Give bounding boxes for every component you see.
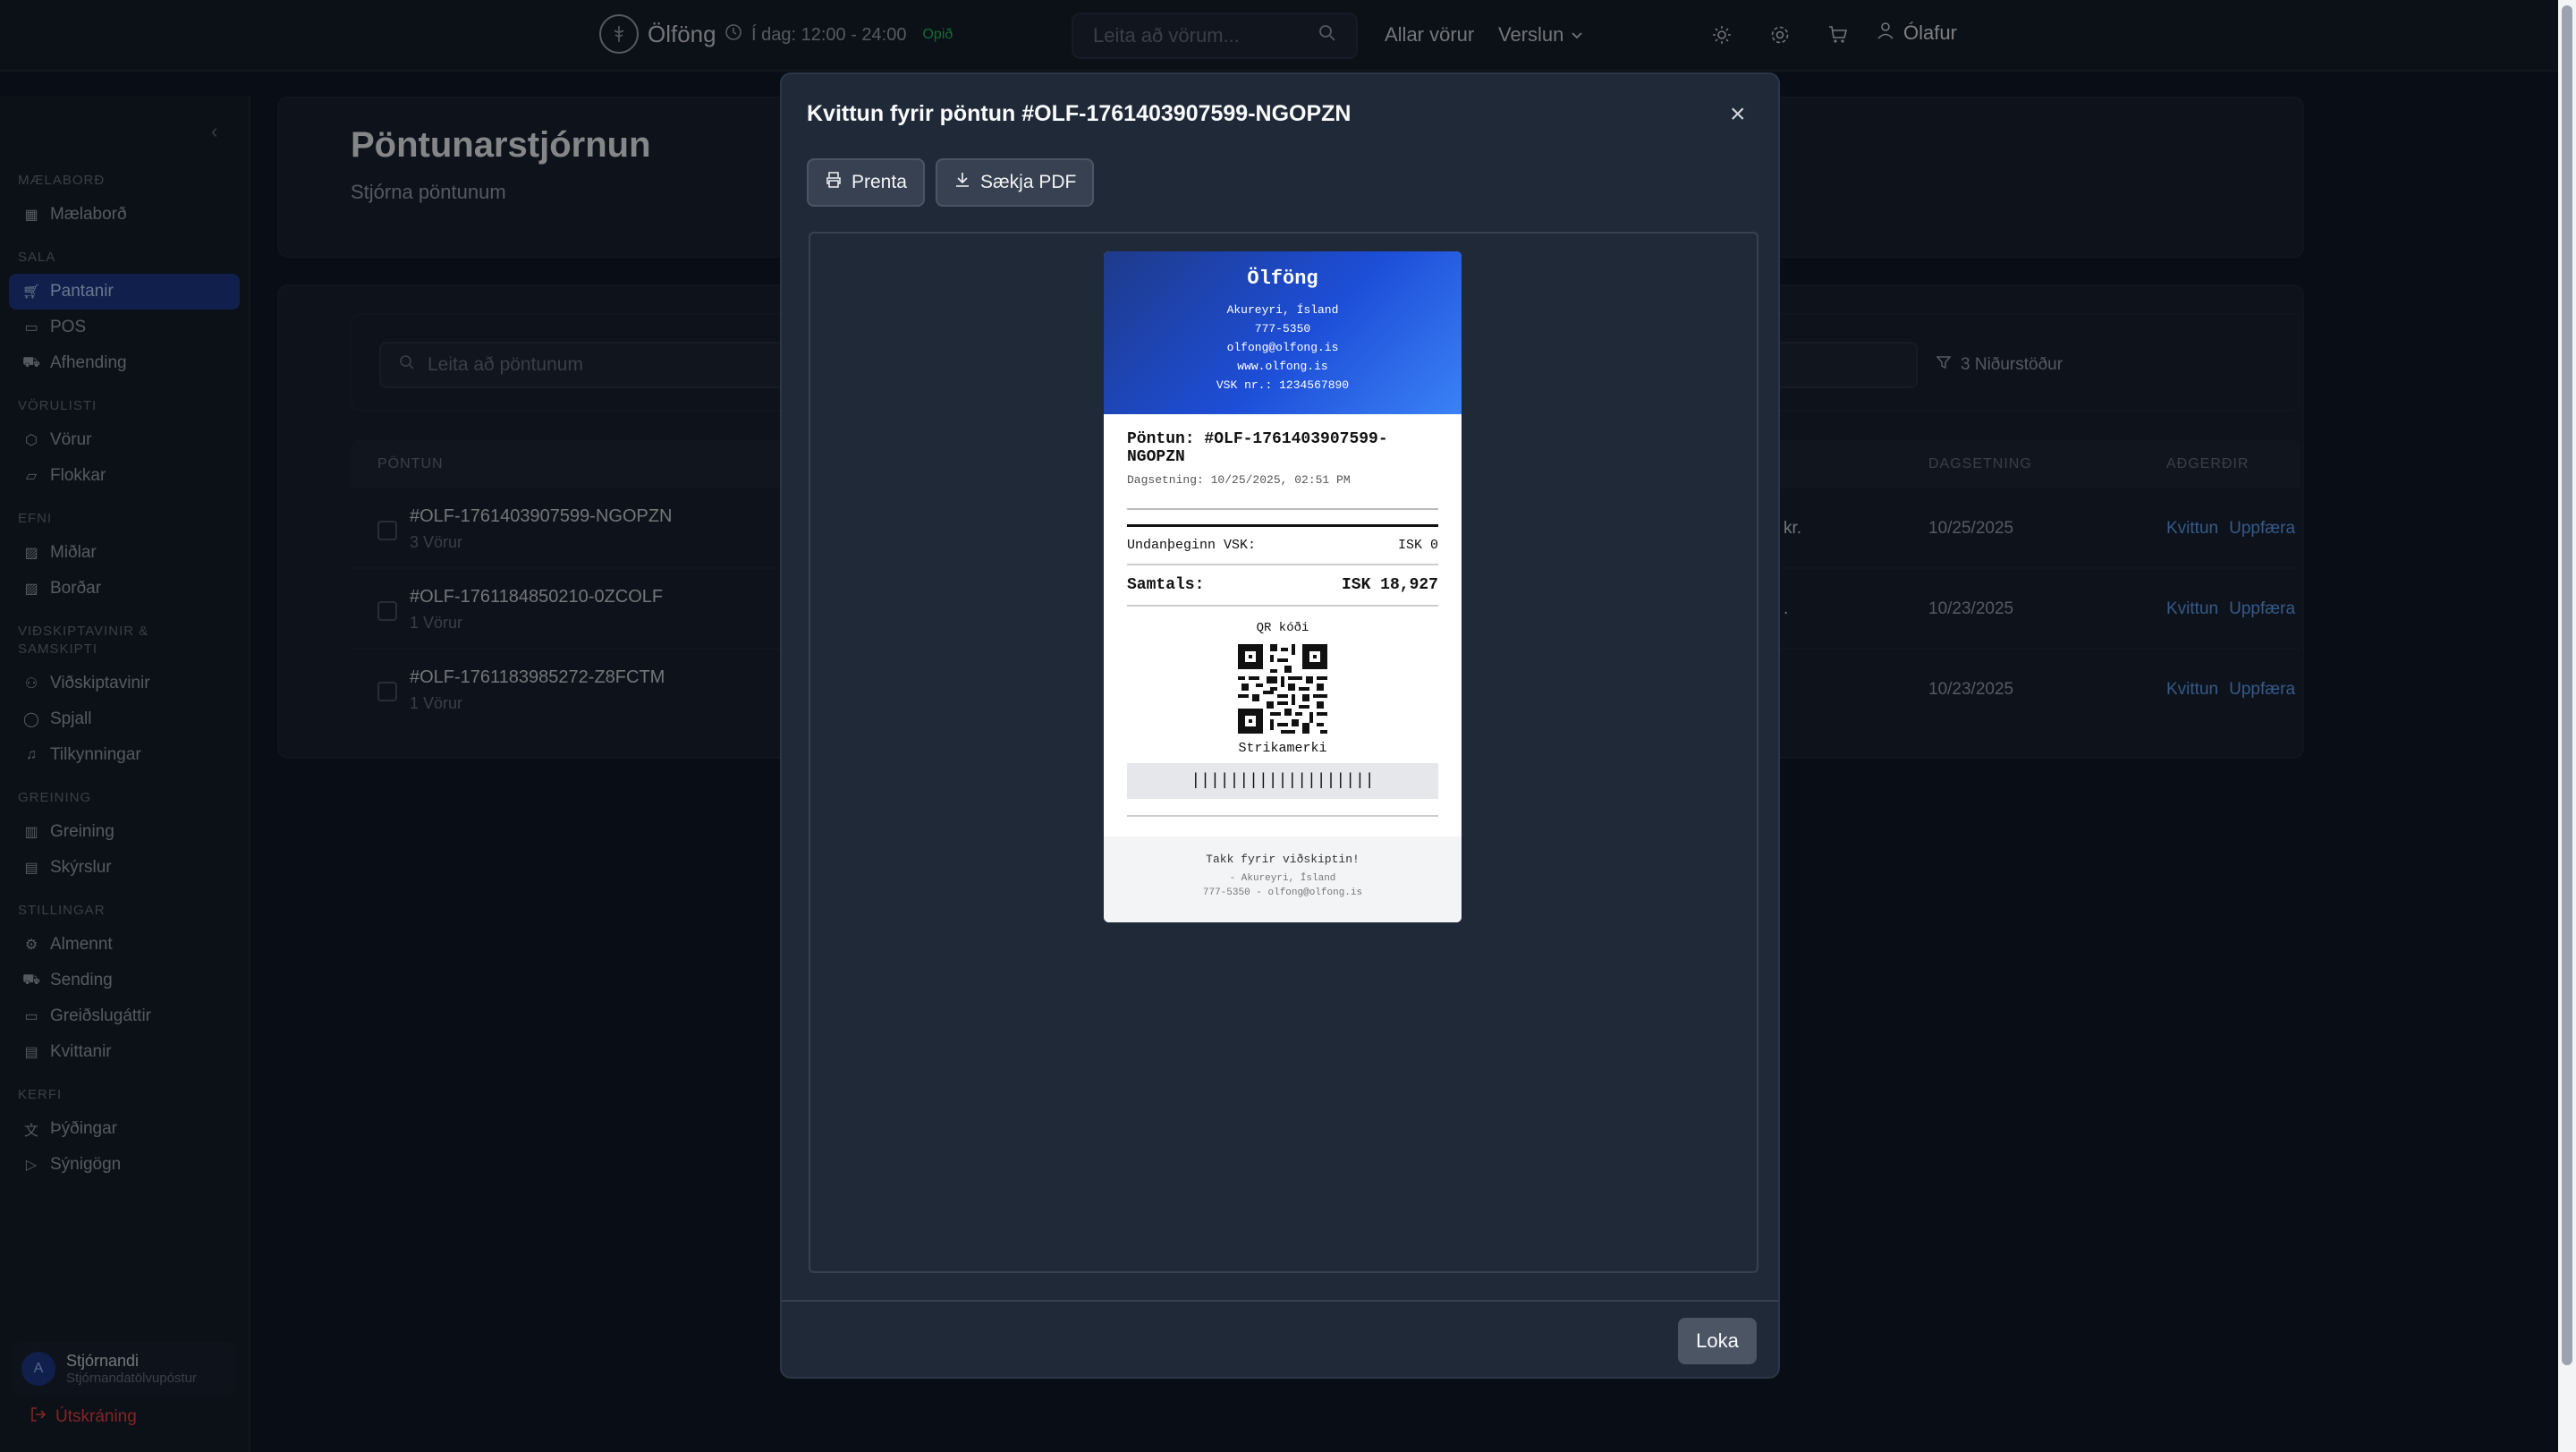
download-pdf-label: Sækja PDF bbox=[980, 172, 1077, 192]
print-label: Prenta bbox=[852, 172, 907, 192]
receipt: Ölföng Akureyri, Ísland 777-5350 olfong@… bbox=[1104, 251, 1462, 922]
receipt-header: Ölföng Akureyri, Ísland 777-5350 olfong@… bbox=[1104, 251, 1462, 414]
receipt-footer-address: - Akureyri, Ísland bbox=[1229, 873, 1336, 884]
qr-code-image bbox=[1238, 644, 1327, 734]
modal-footer-divider bbox=[782, 1300, 1778, 1302]
close-icon[interactable]: × bbox=[1730, 101, 1746, 128]
total-label: Samtals: bbox=[1127, 576, 1205, 594]
download-icon bbox=[953, 171, 971, 194]
receipt-address: Akureyri, Ísland bbox=[1226, 303, 1339, 317]
vat-value: ISK 0 bbox=[1397, 538, 1438, 553]
divider bbox=[1127, 508, 1438, 510]
total-value: ISK 18,927 bbox=[1341, 576, 1438, 594]
divider bbox=[1127, 815, 1438, 817]
receipt-body: Pöntun: #OLF-1761403907599-NGOPZN Dagset… bbox=[1104, 414, 1462, 817]
download-pdf-button[interactable]: Sækja PDF bbox=[936, 158, 1095, 207]
receipt-footer: Takk fyrir viðskiptin! - Akureyri, Íslan… bbox=[1104, 836, 1462, 922]
app-root: Ölföng Í dag: 12:00 - 24:00 Opið Leita a… bbox=[0, 0, 2576, 1452]
receipt-date: Dagsetning: 10/25/2025, 02:51 PM bbox=[1127, 473, 1351, 487]
receipt-total-line: Samtals: ISK 18,927 bbox=[1127, 576, 1438, 594]
qr-label: QR kóði bbox=[1256, 621, 1309, 635]
divider bbox=[1127, 564, 1438, 565]
vat-label: Undanþeginn VSK: bbox=[1127, 538, 1257, 553]
divider bbox=[1127, 605, 1438, 607]
receipt-footer-contact: 777-5350 - olfong@olfong.is bbox=[1202, 887, 1363, 898]
receipt-preview-frame: Ölföng Akureyri, Ísland 777-5350 olfong@… bbox=[809, 232, 1758, 1273]
receipt-modal: Kvittun fyrir pöntun #OLF-1761403907599-… bbox=[780, 72, 1780, 1379]
receipt-website: www.olfong.is bbox=[1237, 360, 1328, 373]
barcode-label: Strikamerki bbox=[1238, 741, 1327, 756]
close-button[interactable]: Loka bbox=[1678, 1318, 1757, 1364]
receipt-email: olfong@olfong.is bbox=[1226, 341, 1339, 354]
receipt-order-number: Pöntun: #OLF-1761403907599-NGOPZN bbox=[1127, 430, 1388, 466]
modal-title: Kvittun fyrir pöntun #OLF-1761403907599-… bbox=[807, 101, 1352, 126]
scrollbar-thumb[interactable] bbox=[2562, 5, 2572, 1365]
barcode: ||||||||||||||||||| bbox=[1127, 763, 1438, 799]
receipt-vat-number: VSK nr.: 1234567890 bbox=[1216, 378, 1350, 392]
receipt-store-name: Ölföng bbox=[1247, 267, 1318, 290]
receipt-vat-line: Undanþeginn VSK: ISK 0 bbox=[1127, 538, 1438, 553]
print-button[interactable]: Prenta bbox=[807, 158, 925, 207]
page-scrollbar[interactable] bbox=[2558, 0, 2576, 1452]
receipt-thanks: Takk fyrir viðskiptin! bbox=[1206, 853, 1360, 866]
printer-icon bbox=[825, 171, 843, 194]
receipt-phone: 777-5350 bbox=[1254, 322, 1311, 335]
divider bbox=[1127, 524, 1438, 527]
